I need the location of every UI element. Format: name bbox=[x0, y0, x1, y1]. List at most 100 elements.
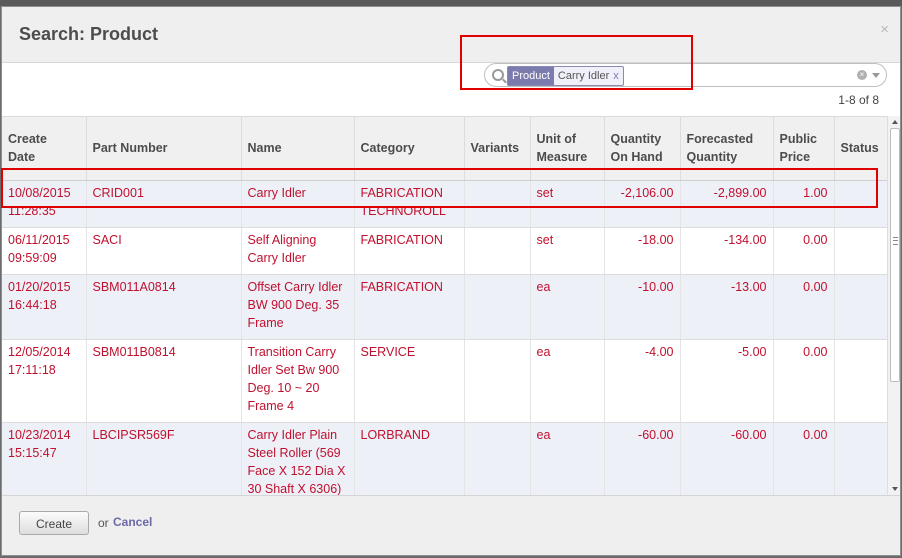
cell-line: 10/08/2015 bbox=[8, 185, 71, 200]
facet-remove-icon[interactable]: x bbox=[613, 67, 623, 85]
scrollbar-thumb[interactable] bbox=[890, 128, 900, 382]
search-input[interactable]: Product Carry Idler x × bbox=[484, 63, 887, 87]
cell-line: BW 900 Deg. 35 bbox=[247, 297, 340, 312]
cell-variants bbox=[464, 227, 531, 275]
table-row[interactable]: 10/23/2014 15:15:47 LBCIPSR569F Carry Idler… bbox=[2, 422, 887, 496]
cell-name: Carry Idler bbox=[241, 180, 355, 228]
search-options-chevron-down-icon[interactable] bbox=[872, 73, 880, 78]
cell-line: 15:15:47 bbox=[8, 445, 57, 460]
column-header-category[interactable]: Category bbox=[354, 117, 465, 181]
cell-category: LORBRAND bbox=[354, 422, 465, 496]
column-header-part-number[interactable]: Part Number bbox=[86, 117, 242, 181]
table-row[interactable]: 06/11/2015 09:59:09 SACI Self Aligning Carry… bbox=[2, 227, 887, 275]
cell-variants bbox=[464, 180, 531, 228]
scroll-up-arrow-icon[interactable] bbox=[892, 120, 898, 124]
cell-status bbox=[834, 227, 887, 275]
cell-line: 16:44:18 bbox=[8, 297, 57, 312]
cell-qty-on-hand: -2,106.00 bbox=[604, 180, 681, 228]
cell-uom: ea bbox=[530, 339, 605, 423]
cell-status bbox=[834, 339, 887, 423]
column-header-label: Measure bbox=[536, 150, 588, 165]
cancel-link[interactable]: Cancel bbox=[113, 515, 152, 529]
cell-price: 1.00 bbox=[773, 180, 835, 228]
column-header-label: Category bbox=[360, 141, 415, 156]
cell-status bbox=[834, 180, 887, 228]
cell-part: SACI bbox=[86, 227, 242, 275]
cell-line: Offset Carry Idler bbox=[247, 279, 343, 294]
cell-price: 0.00 bbox=[773, 227, 835, 275]
pager-value: 1-8 of 8 bbox=[838, 93, 879, 107]
cell-price: 0.00 bbox=[773, 274, 835, 340]
cell-line: Carry Idler Plain bbox=[247, 427, 338, 442]
clear-search-icon[interactable]: × bbox=[857, 70, 867, 80]
cell-line: Frame 4 bbox=[247, 398, 295, 413]
cell-line: 11:28:35 bbox=[8, 203, 56, 218]
search-product-dialog: Search: Product × Product Carry Idler x … bbox=[1, 6, 901, 556]
cell-line: 30 Shaft X 6306) bbox=[247, 481, 342, 496]
column-header-create-date[interactable]: Create Date bbox=[2, 117, 87, 181]
cell-forecast: -5.00 bbox=[680, 339, 774, 423]
facet-category: Product bbox=[508, 67, 554, 85]
cell-name: Offset Carry Idler BW 900 Deg. 35 Frame bbox=[241, 274, 355, 340]
column-header-forecasted-quantity[interactable]: Forecasted Quantity bbox=[680, 117, 774, 181]
cell-uom: ea bbox=[530, 422, 605, 496]
cell-price: 0.00 bbox=[773, 339, 835, 423]
facet-value: Carry Idler bbox=[557, 70, 610, 82]
column-header-quantity-on-hand[interactable]: Quantity On Hand bbox=[604, 117, 681, 181]
table-row[interactable]: 12/05/2014 17:11:18 SBM011B0814 Transition … bbox=[2, 339, 887, 423]
column-header-label: Public bbox=[779, 132, 818, 147]
table-row[interactable]: 01/20/2015 16:44:18 SBM011A0814 Offset Carr… bbox=[2, 274, 887, 340]
cell-qty-on-hand: -18.00 bbox=[604, 227, 681, 275]
close-icon[interactable]: × bbox=[880, 21, 889, 38]
column-header-label: Forecasted bbox=[686, 132, 754, 147]
column-header-public-price[interactable]: Public Price bbox=[773, 117, 835, 181]
column-header-status[interactable]: Status bbox=[834, 117, 887, 181]
results-table: Create Date Part Number Name Category Variant… bbox=[2, 117, 887, 496]
column-header-unit-of-measure[interactable]: Unit of Measure bbox=[530, 117, 605, 181]
column-header-name[interactable]: Name bbox=[241, 117, 355, 181]
cell-date: 10/08/2015 11:28:35 bbox=[2, 180, 87, 228]
cell-category: FABRICATION bbox=[354, 274, 465, 340]
cell-uom: set bbox=[530, 180, 605, 228]
vertical-scrollbar[interactable] bbox=[887, 116, 900, 495]
search-facet[interactable]: Product Carry Idler x bbox=[507, 66, 624, 86]
or-label: or bbox=[98, 516, 109, 530]
dialog-header: Search: Product × bbox=[2, 7, 900, 63]
column-header-label: Name bbox=[247, 141, 282, 156]
cell-line: 01/20/2015 bbox=[8, 279, 71, 294]
cell-line: FABRICATION bbox=[360, 185, 443, 200]
column-header-label: Unit of bbox=[536, 132, 577, 147]
column-header-variants[interactable]: Variants bbox=[464, 117, 531, 181]
cell-status bbox=[834, 422, 887, 496]
cell-line: Face X 152 Dia X bbox=[247, 463, 346, 478]
cell-forecast: -2,899.00 bbox=[680, 180, 774, 228]
cell-variants bbox=[464, 422, 531, 496]
cell-date: 12/05/2014 17:11:18 bbox=[2, 339, 87, 423]
cell-line: Frame bbox=[247, 315, 284, 330]
table-row[interactable]: 10/08/2015 11:28:35 CRID001 Carry Idler FABR… bbox=[2, 180, 887, 228]
create-button[interactable]: Create bbox=[19, 511, 89, 535]
cell-name: Self Aligning Carry Idler bbox=[241, 227, 355, 275]
cell-line: FABRICATION bbox=[360, 232, 443, 247]
scroll-down-arrow-icon[interactable] bbox=[892, 487, 898, 491]
column-header-label: Quantity bbox=[686, 150, 738, 165]
results-grid: Create Date Part Number Name Category Variant… bbox=[2, 116, 887, 496]
cell-uom: set bbox=[530, 227, 605, 275]
dialog-title: Search: Product bbox=[19, 24, 159, 44]
cell-date: 10/23/2014 15:15:47 bbox=[2, 422, 87, 496]
cell-line: Carry Idler bbox=[247, 185, 306, 200]
cell-line: Carry Idler bbox=[247, 250, 306, 265]
table-header-row: Create Date Part Number Name Category Variant… bbox=[2, 117, 887, 181]
column-header-label: Variants bbox=[470, 141, 520, 156]
cell-line: Deg. 10 ~ 20 bbox=[247, 380, 320, 395]
cell-date: 06/11/2015 09:59:09 bbox=[2, 227, 87, 275]
cell-line: 12/05/2014 bbox=[8, 344, 71, 359]
cell-price: 0.00 bbox=[773, 422, 835, 496]
cell-category: SERVICE bbox=[354, 339, 465, 423]
cell-line: 10/23/2014 bbox=[8, 427, 71, 442]
cell-line: Self Aligning bbox=[247, 232, 317, 247]
cell-uom: ea bbox=[530, 274, 605, 340]
cell-name: Carry Idler Plain Steel Roller (569 Face X… bbox=[241, 422, 355, 496]
grip-icon bbox=[893, 237, 898, 245]
cell-date: 01/20/2015 16:44:18 bbox=[2, 274, 87, 340]
